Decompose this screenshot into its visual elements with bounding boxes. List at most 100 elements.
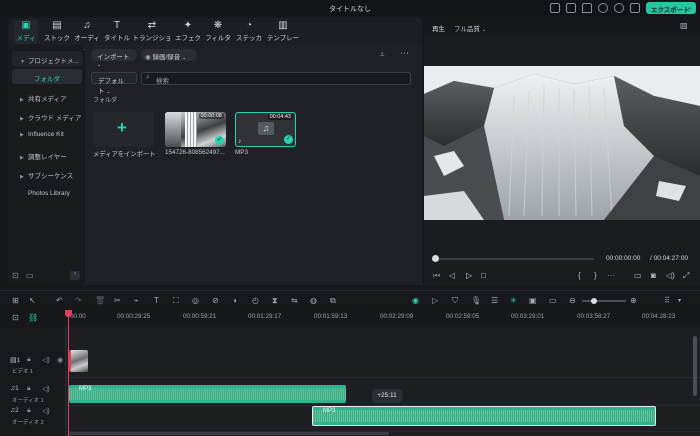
account-icon[interactable] bbox=[614, 3, 624, 13]
tab-effect[interactable]: ✦エフェクト bbox=[174, 20, 202, 52]
sidebar-item-influence-kit[interactable]: ▶ Influence Kit bbox=[12, 127, 82, 142]
more-options-icon[interactable]: ⋯ bbox=[400, 48, 409, 59]
sidebar-item-subsequence[interactable]: ▶ サブシーケンス bbox=[12, 166, 82, 181]
split-view-icon[interactable]: ⋯ bbox=[607, 271, 615, 280]
previous-frame-icon[interactable]: ⏮ bbox=[433, 271, 440, 281]
tab-sticker[interactable]: ◔ステッカー bbox=[234, 20, 264, 52]
tab-stock[interactable]: ▤ ストック bbox=[44, 20, 70, 44]
track-name: オーディオ 1 bbox=[12, 398, 44, 404]
cut-icon[interactable]: ✂ bbox=[114, 296, 121, 305]
snapshot-icon[interactable]: ▨ bbox=[680, 21, 688, 30]
step-back-icon[interactable]: ◁ bbox=[449, 271, 455, 280]
sidebar-item-adjustment-layer[interactable]: ▶ 調整レイヤー bbox=[12, 147, 82, 162]
lock-icon[interactable]: 🔒︎ bbox=[27, 407, 31, 415]
stop-icon[interactable]: □ bbox=[481, 271, 486, 280]
sidebar-item-folder[interactable]: フォルダ bbox=[12, 69, 82, 84]
camera-icon[interactable]: ◙ bbox=[651, 271, 656, 280]
mute-icon[interactable]: ◁) bbox=[42, 356, 50, 364]
horizontal-scrollbar[interactable] bbox=[69, 432, 389, 435]
sidebar-item-shared-media[interactable]: ▶ 共有メディア bbox=[12, 89, 82, 104]
link-icon[interactable]: ⛓ bbox=[28, 313, 38, 322]
playhead[interactable] bbox=[65, 310, 72, 436]
audio-clip-selected[interactable]: MP3 bbox=[312, 406, 656, 426]
add-track-icon[interactable]: ⊡ bbox=[12, 313, 19, 322]
save-icon[interactable] bbox=[566, 3, 576, 13]
sidebar-item-project-media[interactable]: ▼ プロジェクトメ... bbox=[12, 51, 82, 66]
headset-icon[interactable] bbox=[598, 3, 608, 13]
play-icon[interactable]: ▷ bbox=[466, 271, 472, 280]
timeline-ruler[interactable]: ⊡ ⛓ 00:00 00:00:29:25 00:00:59:21 00:01:… bbox=[0, 310, 700, 326]
mute-icon[interactable]: ◁) bbox=[42, 407, 50, 415]
folder-icon[interactable]: ▭ bbox=[26, 271, 34, 280]
audio-split-icon[interactable]: ⌁ bbox=[134, 296, 139, 305]
zoom-in-icon[interactable]: ⊕ bbox=[630, 296, 637, 305]
sidebar-item-photos-library[interactable]: Photos Library bbox=[12, 186, 82, 201]
render-icon[interactable]: ◉ bbox=[412, 296, 419, 305]
zoom-out-icon[interactable]: ⊖ bbox=[569, 296, 576, 305]
import-media-tile[interactable]: + bbox=[93, 112, 154, 147]
group-icon[interactable]: ⧉ bbox=[330, 296, 336, 306]
lock-icon[interactable]: 🔒︎ bbox=[27, 356, 31, 364]
auto-sync-icon[interactable]: ✳ bbox=[510, 296, 517, 305]
mark-out-icon[interactable]: } bbox=[594, 271, 597, 280]
import-dropdown[interactable]: インポート ⌄ bbox=[91, 49, 137, 68]
crop-icon[interactable]: ⛶ bbox=[173, 296, 179, 306]
zoom-slider[interactable] bbox=[582, 300, 626, 302]
ruler-label: 00:03:58:27 bbox=[577, 313, 611, 320]
select-tool-icon[interactable]: ↖ bbox=[29, 296, 36, 305]
subtitle-icon[interactable]: ▭ bbox=[549, 296, 557, 305]
quality-dropdown[interactable]: フル品質 ⌄ bbox=[454, 23, 486, 33]
speed-icon[interactable]: ◴ bbox=[252, 296, 259, 305]
duration-icon[interactable]: ⧗ bbox=[272, 296, 278, 306]
vertical-scrollbar[interactable] bbox=[693, 336, 697, 396]
audio-clip[interactable]: MP3 bbox=[69, 385, 346, 403]
scrubber-handle[interactable] bbox=[432, 255, 439, 262]
collapse-sidebar-icon[interactable]: ‹ bbox=[70, 271, 80, 280]
search-input[interactable]: ⌕ 検索 bbox=[141, 72, 411, 85]
text-icon[interactable]: T bbox=[154, 296, 159, 305]
layout-icon[interactable]: ⊞ bbox=[12, 296, 19, 305]
video-clip[interactable] bbox=[69, 350, 88, 372]
grid-view-icon[interactable]: ⠿ bbox=[664, 296, 670, 305]
color-icon[interactable]: ◑ bbox=[232, 296, 237, 305]
preview-scrubber[interactable] bbox=[434, 258, 594, 260]
sort-dropdown[interactable]: デフォルト ⌄ bbox=[91, 72, 137, 95]
play-range-icon[interactable]: ▷ bbox=[432, 296, 438, 305]
sidebar-item-cloud-media[interactable]: ▶ クラウド メディア bbox=[12, 108, 82, 123]
pip-icon[interactable]: ▣ bbox=[529, 296, 537, 305]
media-thumbnail-audio[interactable]: ♫ 00:04:43 ♪ ✓ bbox=[235, 112, 296, 147]
grid-icon[interactable] bbox=[630, 3, 640, 13]
adjust-icon[interactable]: ⇋ bbox=[291, 296, 298, 305]
mute-icon[interactable]: ◁) bbox=[42, 385, 50, 393]
eye-icon[interactable]: ◉ bbox=[57, 356, 63, 364]
chevron-down-icon[interactable]: ▾ bbox=[678, 297, 681, 304]
fullscreen-icon[interactable]: ⤢ bbox=[683, 271, 689, 281]
tab-media[interactable]: ▣メディア bbox=[14, 20, 38, 52]
monitor-icon[interactable] bbox=[550, 3, 560, 13]
ai-tool-icon[interactable]: ◍ bbox=[310, 296, 317, 305]
lock-icon[interactable]: 🔒︎ bbox=[27, 385, 31, 393]
undo-icon[interactable]: ↶ bbox=[56, 296, 63, 305]
shield-icon[interactable]: ⛉ bbox=[452, 296, 458, 306]
new-folder-icon[interactable]: ⊡ bbox=[12, 271, 19, 280]
tab-title[interactable]: T タイトル bbox=[104, 20, 130, 44]
tab-filter[interactable]: ❋フィルター bbox=[204, 20, 232, 52]
tab-transition[interactable]: ⇄トランジション bbox=[132, 20, 172, 52]
freeze-icon[interactable]: ⊘ bbox=[212, 296, 219, 305]
mask-icon[interactable]: ◎ bbox=[192, 296, 199, 305]
microphone-icon[interactable]: 🎙 bbox=[471, 296, 481, 305]
tab-audio[interactable]: ♫オーディオ bbox=[72, 20, 102, 52]
export-button[interactable]: エクスポート ⌄ bbox=[646, 2, 696, 14]
record-dropdown[interactable]: ◉ 録画/録音 ⌄ bbox=[141, 49, 197, 61]
media-thumbnail-video[interactable]: 00:00:08 ✓ bbox=[165, 112, 226, 147]
delete-icon[interactable]: 🗑 bbox=[95, 296, 105, 305]
redo-icon[interactable]: ↷ bbox=[75, 296, 82, 305]
track-list-icon[interactable]: ☰ bbox=[491, 296, 498, 305]
mark-in-icon[interactable]: { bbox=[578, 271, 581, 280]
home-icon[interactable] bbox=[582, 3, 592, 13]
display-icon[interactable]: ▭ bbox=[634, 271, 642, 280]
filter-sort-icon[interactable]: ⩡ bbox=[380, 50, 385, 60]
zoom-handle[interactable] bbox=[591, 298, 597, 304]
volume-icon[interactable]: ◁) bbox=[666, 271, 675, 280]
tab-template[interactable]: ▥テンプレート bbox=[266, 20, 300, 52]
